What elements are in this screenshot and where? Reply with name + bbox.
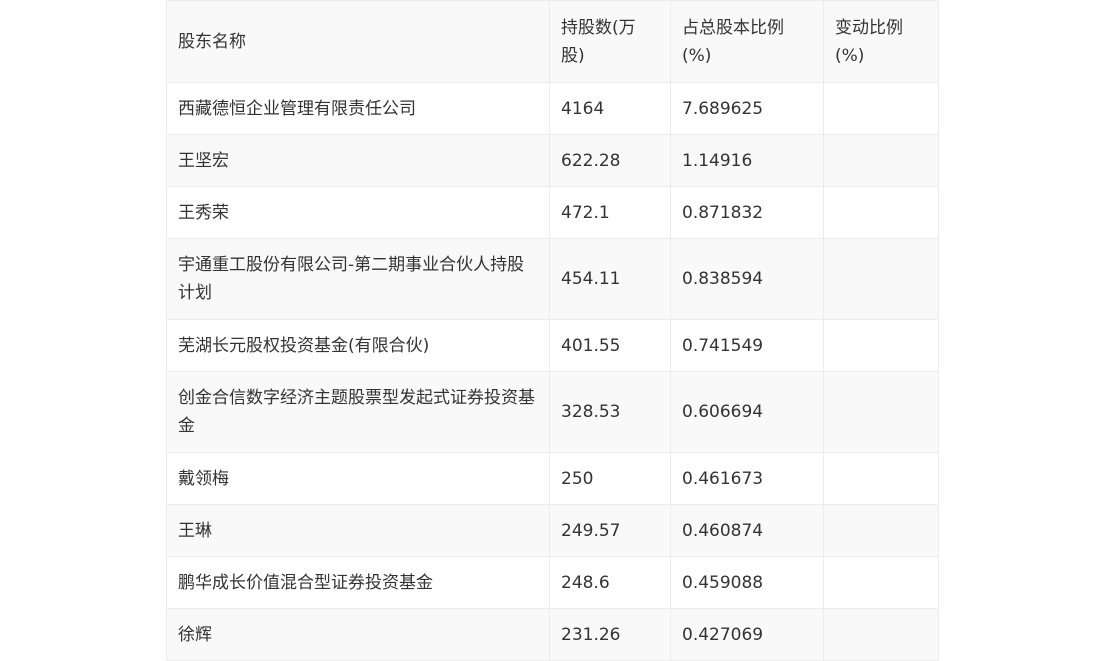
cell-change-ratio [823, 134, 939, 187]
cell-share-ratio: 7.689625 [670, 82, 824, 135]
header-change-ratio: 变动比例(%) [823, 0, 939, 83]
cell-share-ratio: 1.14916 [670, 134, 824, 187]
table-row: 西藏德恒企业管理有限责任公司 4164 7.689625 [166, 82, 939, 135]
cell-change-ratio [823, 452, 939, 505]
table-row: 戴领梅 250 0.461673 [166, 452, 939, 505]
shareholder-table: 股东名称 持股数(万股) 占总股本比例(%) 变动比例(%) 西藏德恒企业管理有… [166, 0, 939, 661]
cell-change-ratio [823, 82, 939, 135]
header-shareholder-name: 股东名称 [166, 0, 550, 83]
cell-shares-held: 622.28 [549, 134, 671, 187]
cell-share-ratio: 0.741549 [670, 319, 824, 372]
cell-change-ratio [823, 319, 939, 372]
table-header-row: 股东名称 持股数(万股) 占总股本比例(%) 变动比例(%) [166, 0, 939, 83]
table-row: 王秀荣 472.1 0.871832 [166, 186, 939, 239]
table-row: 王坚宏 622.28 1.14916 [166, 134, 939, 187]
cell-share-ratio: 0.459088 [670, 556, 824, 609]
cell-change-ratio [823, 238, 939, 320]
header-share-ratio: 占总股本比例(%) [670, 0, 824, 83]
cell-share-ratio: 0.606694 [670, 371, 824, 453]
cell-shareholder-name: 王坚宏 [166, 134, 550, 187]
cell-shareholder-name: 芜湖长元股权投资基金(有限合伙) [166, 319, 550, 372]
table-row: 徐辉 231.26 0.427069 [166, 608, 939, 661]
table-row: 鹏华成长价值混合型证券投资基金 248.6 0.459088 [166, 556, 939, 609]
cell-shareholder-name: 王琳 [166, 504, 550, 557]
cell-shareholder-name: 戴领梅 [166, 452, 550, 505]
cell-change-ratio [823, 186, 939, 239]
cell-share-ratio: 0.427069 [670, 608, 824, 661]
cell-shares-held: 472.1 [549, 186, 671, 239]
cell-shares-held: 4164 [549, 82, 671, 135]
cell-shareholder-name: 宇通重工股份有限公司-第二期事业合伙人持股计划 [166, 238, 550, 320]
cell-share-ratio: 0.460874 [670, 504, 824, 557]
cell-shares-held: 248.6 [549, 556, 671, 609]
cell-shares-held: 401.55 [549, 319, 671, 372]
cell-shares-held: 231.26 [549, 608, 671, 661]
cell-share-ratio: 0.871832 [670, 186, 824, 239]
table-row: 宇通重工股份有限公司-第二期事业合伙人持股计划 454.11 0.838594 [166, 238, 939, 320]
cell-share-ratio: 0.461673 [670, 452, 824, 505]
cell-shares-held: 250 [549, 452, 671, 505]
cell-change-ratio [823, 504, 939, 557]
shareholder-table-container: 股东名称 持股数(万股) 占总股本比例(%) 变动比例(%) 西藏德恒企业管理有… [166, 0, 939, 661]
cell-shares-held: 454.11 [549, 238, 671, 320]
cell-shareholder-name: 西藏德恒企业管理有限责任公司 [166, 82, 550, 135]
cell-shares-held: 249.57 [549, 504, 671, 557]
cell-change-ratio [823, 608, 939, 661]
cell-shareholder-name: 徐辉 [166, 608, 550, 661]
cell-change-ratio [823, 371, 939, 453]
table-row: 创金合信数字经济主题股票型发起式证券投资基金 328.53 0.606694 [166, 371, 939, 453]
table-row: 芜湖长元股权投资基金(有限合伙) 401.55 0.741549 [166, 319, 939, 372]
table-row: 王琳 249.57 0.460874 [166, 504, 939, 557]
header-shares-held: 持股数(万股) [549, 0, 671, 83]
cell-change-ratio [823, 556, 939, 609]
cell-share-ratio: 0.838594 [670, 238, 824, 320]
cell-shareholder-name: 鹏华成长价值混合型证券投资基金 [166, 556, 550, 609]
cell-shareholder-name: 王秀荣 [166, 186, 550, 239]
cell-shareholder-name: 创金合信数字经济主题股票型发起式证券投资基金 [166, 371, 550, 453]
cell-shares-held: 328.53 [549, 371, 671, 453]
